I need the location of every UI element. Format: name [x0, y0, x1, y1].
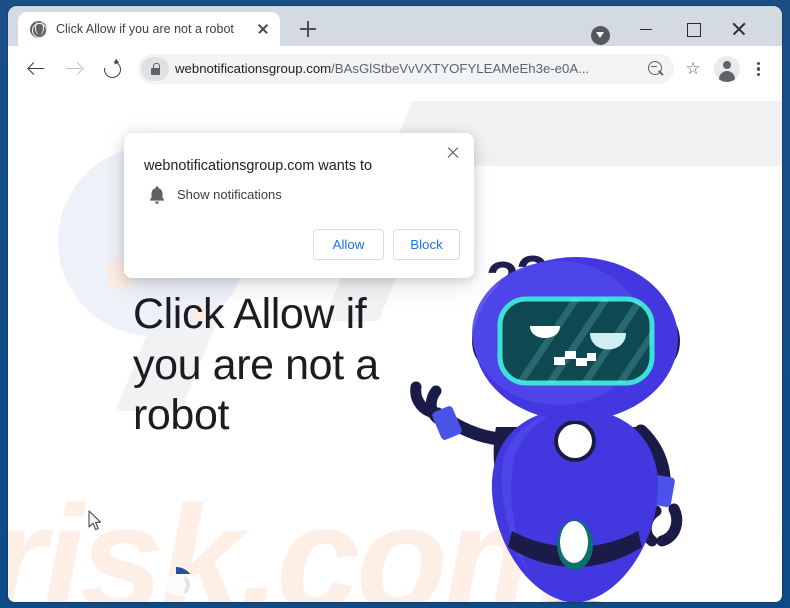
allow-button[interactable]: Allow — [313, 229, 384, 260]
url-path: /BAsGlStbeVvVXTYOFYLEAMeEh3e-e0A... — [331, 61, 590, 76]
page-headline: Click Allow if you are not a robot — [133, 290, 379, 440]
blue-robot-illustration: ? ? — [410, 245, 683, 602]
browser-tab[interactable]: Click Allow if you are not a robot — [18, 12, 280, 46]
permission-label: Show notifications — [177, 187, 282, 202]
new-tab-button[interactable] — [296, 17, 320, 41]
back-arrow-icon[interactable] — [20, 53, 52, 85]
close-icon[interactable] — [442, 141, 464, 163]
browser-toolbar: webnotificationsgroup.com/BAsGlStbeVvVXT… — [8, 46, 782, 91]
c-letter-logo — [154, 563, 198, 602]
close-icon[interactable] — [254, 20, 272, 38]
maximize-button[interactable] — [670, 14, 716, 44]
browser-window: Click Allow if you are not a robot webno… — [8, 6, 782, 602]
close-window-button[interactable] — [716, 14, 762, 44]
star-icon[interactable]: ☆ — [680, 56, 706, 82]
three-dot-menu-icon[interactable] — [746, 56, 770, 82]
url-text: webnotificationsgroup.com/BAsGlStbeVvVXT… — [175, 61, 642, 76]
forward-arrow-icon[interactable] — [58, 53, 90, 85]
desktop-background: Click Allow if you are not a robot webno… — [0, 0, 790, 608]
zoom-out-icon[interactable] — [646, 59, 666, 79]
address-bar[interactable]: webnotificationsgroup.com/BAsGlStbeVvVXT… — [138, 53, 674, 84]
reload-icon[interactable] — [96, 53, 128, 85]
url-domain: webnotificationsgroup.com — [175, 61, 332, 76]
extension-badge-icon[interactable] — [591, 26, 610, 45]
lock-icon[interactable] — [141, 56, 169, 81]
captcha-logo: E-CAPTCHA — [147, 563, 205, 602]
decorative-diagonal — [424, 101, 782, 166]
notification-permission-dialog: webnotificationsgroup.com wants to Show … — [124, 133, 474, 278]
tab-title: Click Allow if you are not a robot — [56, 22, 234, 36]
block-button[interactable]: Block — [393, 229, 460, 260]
tab-strip: Click Allow if you are not a robot — [8, 6, 782, 46]
profile-avatar-icon[interactable] — [714, 55, 740, 82]
globe-icon — [30, 20, 47, 38]
minimize-button[interactable] — [623, 14, 669, 44]
mouse-cursor — [88, 510, 102, 531]
page-viewport: risk.com Click Allow if you are not a ro… — [8, 91, 782, 602]
bell-icon — [150, 186, 164, 204]
dialog-title: webnotificationsgroup.com wants to — [144, 158, 372, 174]
